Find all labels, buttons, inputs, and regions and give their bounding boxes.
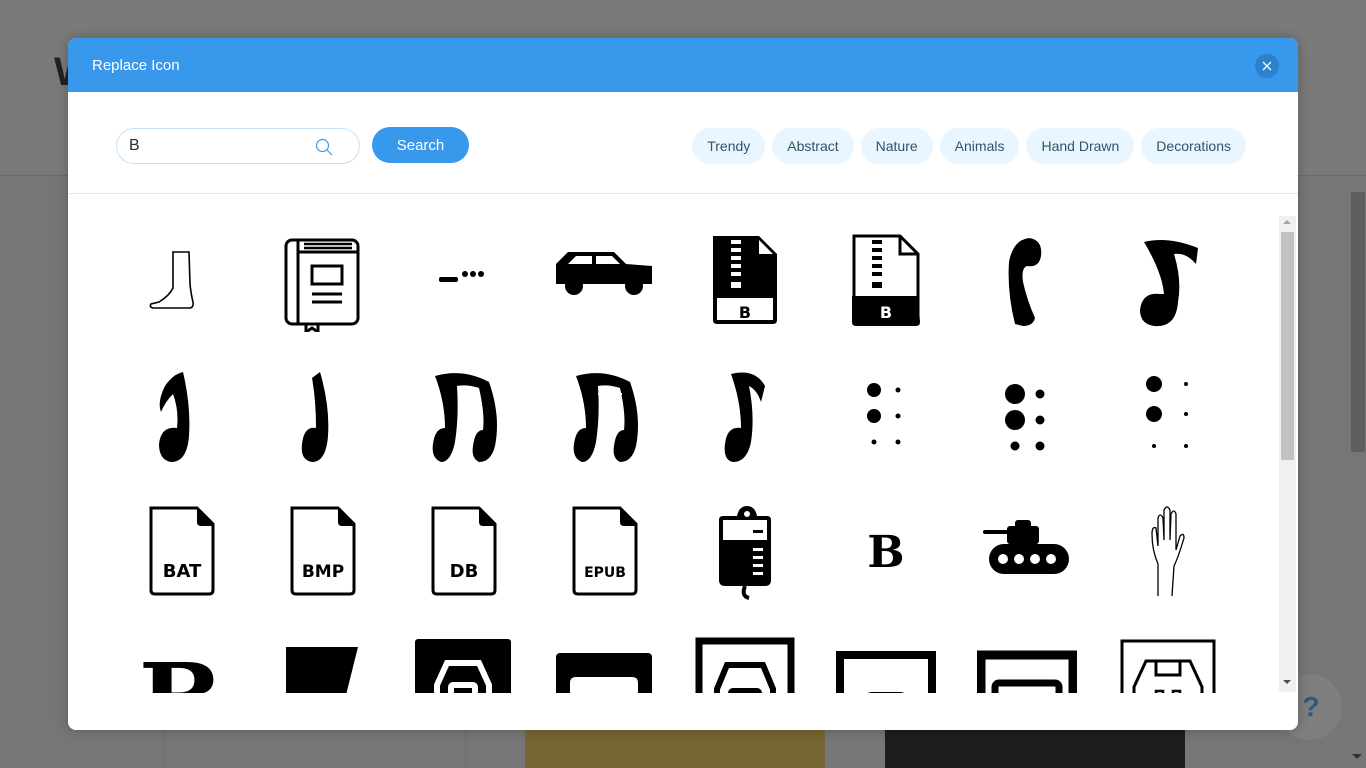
svg-text:B: B xyxy=(138,641,223,693)
svg-text:B: B xyxy=(879,303,891,322)
tag-abstract[interactable]: Abstract xyxy=(772,128,854,164)
bat-file-icon: BAT xyxy=(149,506,214,596)
morse-b-icon xyxy=(438,271,484,282)
db-file-icon: DB xyxy=(431,506,496,596)
icon-result[interactable] xyxy=(815,617,956,693)
search-button[interactable]: Search xyxy=(372,127,469,163)
music-note-flag-icon xyxy=(158,372,189,462)
braille-b-icon xyxy=(866,383,900,445)
page-scrollbar[interactable] xyxy=(1351,192,1365,452)
letter-b-icon: B xyxy=(867,527,904,578)
tag-trendy[interactable]: Trendy xyxy=(692,128,766,164)
music-double-beamed-notes-icon xyxy=(573,373,638,462)
zip-file-b-filled-icon: B xyxy=(851,234,920,326)
icon-result[interactable] xyxy=(392,617,533,693)
icon-results: B B BAT BMP DB EPUB B xyxy=(68,195,1280,693)
icon-result[interactable]: B xyxy=(674,215,815,349)
search-field[interactable] xyxy=(116,128,360,164)
zip-file-b-icon: B xyxy=(712,236,777,324)
usb-b-outline-icon xyxy=(695,637,794,693)
category-tags: Trendy Abstract Nature Animals Hand Draw… xyxy=(692,128,1246,164)
page-scroll-down-icon[interactable] xyxy=(1352,754,1362,759)
epub-file-icon: EPUB xyxy=(572,506,637,596)
icon-result[interactable] xyxy=(674,483,815,617)
icon-result[interactable] xyxy=(1097,349,1238,483)
search-icon[interactable] xyxy=(315,138,333,156)
music-eighth-note-icon xyxy=(724,372,765,462)
svg-text:DB: DB xyxy=(449,561,478,582)
bmp-file-icon: BMP xyxy=(290,506,355,596)
icon-result[interactable] xyxy=(956,483,1097,617)
icon-result[interactable] xyxy=(392,215,533,349)
usb-port-icon xyxy=(976,650,1077,693)
svg-text:EPUB: EPUB xyxy=(584,565,626,581)
usb-b-thin-icon xyxy=(1120,639,1215,693)
usb-mini-icon xyxy=(555,653,652,693)
search-toolbar: Search Trendy Abstract Nature Animals Ha… xyxy=(68,92,1298,194)
tag-hand-drawn[interactable]: Hand Drawn xyxy=(1026,128,1135,164)
svg-text:BAT: BAT xyxy=(162,561,201,582)
icon-result[interactable] xyxy=(533,215,674,349)
icon-result[interactable] xyxy=(251,349,392,483)
scroll-thumb[interactable] xyxy=(1281,232,1294,460)
iv-blood-bag-icon xyxy=(718,506,771,600)
results-scrollbar[interactable] xyxy=(1279,216,1296,692)
icon-result[interactable] xyxy=(956,617,1097,693)
icon-result[interactable]: BAT xyxy=(110,483,251,617)
tag-decorations[interactable]: Decorations xyxy=(1141,128,1246,164)
braille-b-bold-icon xyxy=(1004,384,1044,451)
usb-micro-icon xyxy=(835,651,936,693)
icon-result[interactable] xyxy=(251,215,392,349)
bold-letter-b-icon: B xyxy=(138,641,223,693)
icon-result[interactable]: B xyxy=(815,483,956,617)
background-image-block xyxy=(525,730,825,768)
icon-result[interactable]: BMP xyxy=(251,483,392,617)
icon-result[interactable] xyxy=(674,349,815,483)
icon-result[interactable] xyxy=(110,215,251,349)
icon-result[interactable] xyxy=(533,617,674,693)
svg-text:BMP: BMP xyxy=(301,562,343,582)
book-icon xyxy=(284,238,359,332)
icon-grid: B B BAT BMP DB EPUB B xyxy=(110,215,1238,693)
flag-banner-icon xyxy=(285,647,358,693)
raised-hand-icon xyxy=(1150,506,1185,597)
icon-result[interactable] xyxy=(956,215,1097,349)
search-input[interactable] xyxy=(129,137,309,155)
svg-text:B: B xyxy=(738,303,750,322)
tank-icon xyxy=(982,520,1069,574)
close-button[interactable] xyxy=(1255,54,1279,78)
icon-result[interactable]: EPUB xyxy=(533,483,674,617)
boot-outline-icon xyxy=(149,251,194,309)
icon-result[interactable] xyxy=(110,349,251,483)
music-beamed-notes-icon xyxy=(432,373,497,462)
usb-b-filled-icon xyxy=(414,639,511,693)
braille-b-light-icon xyxy=(1145,376,1188,448)
icon-result[interactable] xyxy=(1097,617,1238,693)
scroll-down-icon[interactable] xyxy=(1283,680,1291,684)
icon-result[interactable] xyxy=(392,349,533,483)
music-eighth-note-curl-icon xyxy=(1139,240,1198,327)
icon-result[interactable] xyxy=(533,349,674,483)
icon-result[interactable] xyxy=(1097,215,1238,349)
scroll-up-icon[interactable] xyxy=(1283,220,1291,224)
car-icon xyxy=(555,252,652,295)
dialog-header: Replace Icon xyxy=(68,38,1298,92)
tag-animals[interactable]: Animals xyxy=(939,128,1020,164)
dialog-title: Replace Icon xyxy=(92,57,180,74)
close-icon xyxy=(1262,61,1272,71)
background-image-block xyxy=(885,730,1185,768)
tag-nature[interactable]: Nature xyxy=(860,128,933,164)
icon-result[interactable]: DB xyxy=(392,483,533,617)
icon-result[interactable] xyxy=(1097,483,1238,617)
replace-icon-dialog: Replace Icon Search Trendy Abstract Natu… xyxy=(68,38,1298,730)
music-note-head-icon xyxy=(1008,238,1041,326)
music-quarter-note-icon xyxy=(301,372,328,462)
icon-result[interactable]: B xyxy=(815,215,956,349)
icon-result[interactable] xyxy=(956,349,1097,483)
icon-result[interactable] xyxy=(815,349,956,483)
icon-result[interactable] xyxy=(674,617,815,693)
icon-result[interactable]: B xyxy=(110,617,251,693)
icon-result[interactable] xyxy=(251,617,392,693)
svg-text:B: B xyxy=(867,527,904,578)
